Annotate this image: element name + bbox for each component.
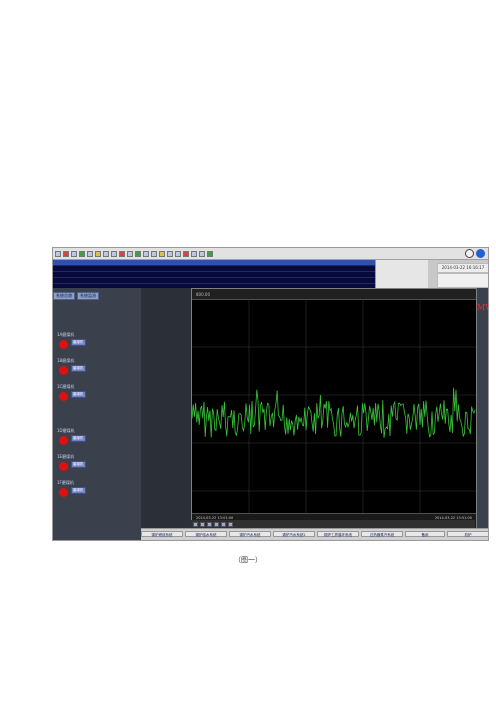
- status-indicator: [59, 462, 68, 471]
- toolbar-button[interactable]: [143, 250, 149, 257]
- toolbar-button[interactable]: [175, 250, 181, 257]
- toolbar-button[interactable]: [151, 250, 157, 257]
- trend-tool-button[interactable]: [200, 521, 205, 527]
- y-top-label: 800.00: [196, 292, 210, 297]
- trend-window[interactable]: 800.00 2014-03-22 13:01:00 2014-03-22 13…: [191, 288, 477, 530]
- help-icon[interactable]: [465, 249, 474, 258]
- mill-unit: 1A磨煤机 磨煤机: [57, 332, 139, 356]
- trend-tool-button[interactable]: [193, 521, 198, 527]
- figure-caption: （图一）: [234, 556, 262, 564]
- status-indicator: [59, 340, 68, 349]
- toolbar-button[interactable]: [103, 250, 109, 257]
- mill-unit: 1B磨煤机 磨煤机: [57, 358, 139, 382]
- datetime-display: 2014-03-22 16:16:17: [437, 263, 488, 273]
- mill-unit: 1E磨煤机 磨煤机: [57, 454, 139, 478]
- mill-label: 1E磨煤机: [57, 454, 75, 459]
- mill-button[interactable]: 磨煤机: [71, 487, 86, 494]
- trend-tool-button[interactable]: [214, 521, 219, 527]
- nav-button[interactable]: 锅炉给水系统: [185, 531, 227, 537]
- toolbar-button[interactable]: [79, 250, 85, 257]
- mw-unit-label: MW: [477, 303, 488, 312]
- trend-toolbar: [191, 520, 475, 528]
- mill-button[interactable]: 磨煤机: [71, 339, 86, 346]
- toolbar-button[interactable]: [95, 250, 101, 257]
- app-logo-icon: [476, 249, 485, 258]
- toolbar-button[interactable]: [191, 250, 197, 257]
- toolbar-button[interactable]: [127, 250, 133, 257]
- mill-unit: 1C磨煤机 磨煤机: [57, 384, 139, 408]
- nav-button[interactable]: 锅炉汽水系统2: [273, 531, 315, 537]
- toolbar-button[interactable]: [55, 250, 61, 257]
- mill-label: 1B磨煤机: [57, 358, 75, 363]
- toolbar-button[interactable]: [167, 250, 173, 257]
- mill-label: 1A磨煤机: [57, 332, 75, 337]
- nav-button[interactable]: 锅炉汽水系统: [229, 531, 271, 537]
- toolbar-button[interactable]: [135, 250, 141, 257]
- nav-button[interactable]: 过热器蒸汽系统: [361, 531, 403, 537]
- mill-button[interactable]: 磨煤机: [71, 461, 86, 468]
- main-toolbar: [53, 248, 488, 260]
- nav-button[interactable]: 机炉: [447, 531, 488, 537]
- mill-label: 1D磨煤机: [57, 428, 75, 433]
- info-panel: [437, 273, 488, 288]
- mill-unit: 1D磨煤机 磨煤机: [57, 428, 139, 452]
- nav-button[interactable]: 备用: [405, 531, 445, 537]
- screenshot-frame: 2014-03-22 16:16:17 系统总貌 系统监测 1A磨煤机 磨煤机 …: [52, 247, 489, 541]
- nav-button[interactable]: 锅炉燃烧系统: [141, 531, 183, 537]
- trend-tool-button[interactable]: [221, 521, 226, 527]
- bottom-nav: 锅炉燃烧系统 锅炉给水系统 锅炉汽水系统 锅炉汽水系统2 锅炉工质循环系统 过热…: [141, 528, 488, 540]
- status-indicator: [59, 392, 68, 401]
- alarm-list[interactable]: [53, 260, 375, 288]
- status-indicator: [59, 488, 68, 497]
- mill-unit: 1F磨煤机 磨煤机: [57, 480, 139, 504]
- alarm-scrollbar[interactable]: [375, 260, 428, 288]
- status-indicator: [59, 436, 68, 445]
- toolbar-button[interactable]: [71, 250, 77, 257]
- tab-overview[interactable]: 系统总貌: [53, 292, 75, 300]
- mill-button[interactable]: 磨煤机: [71, 365, 86, 372]
- mill-label: 1F磨煤机: [57, 480, 74, 485]
- nav-button[interactable]: 锅炉工质循环系统: [317, 531, 359, 537]
- toolbar-button[interactable]: [207, 250, 213, 257]
- right-panel: [475, 288, 488, 540]
- trend-tool-button[interactable]: [207, 521, 212, 527]
- status-indicator: [59, 366, 68, 375]
- toolbar-button[interactable]: [199, 250, 205, 257]
- mill-button[interactable]: 磨煤机: [71, 435, 86, 442]
- toolbar-button[interactable]: [87, 250, 93, 257]
- trend-tool-button[interactable]: [228, 521, 233, 527]
- trend-plot[interactable]: [192, 299, 476, 513]
- mill-button[interactable]: 磨煤机: [71, 391, 86, 398]
- toolbar-button[interactable]: [111, 250, 117, 257]
- tab-monitor[interactable]: 系统监测: [77, 292, 99, 300]
- toolbar-button[interactable]: [159, 250, 165, 257]
- toolbar-button[interactable]: [183, 250, 189, 257]
- toolbar-button[interactable]: [119, 250, 125, 257]
- view-tabs: 系统总貌 系统监测: [53, 292, 99, 300]
- toolbar-button[interactable]: [63, 250, 69, 257]
- mill-label: 1C磨煤机: [57, 384, 75, 389]
